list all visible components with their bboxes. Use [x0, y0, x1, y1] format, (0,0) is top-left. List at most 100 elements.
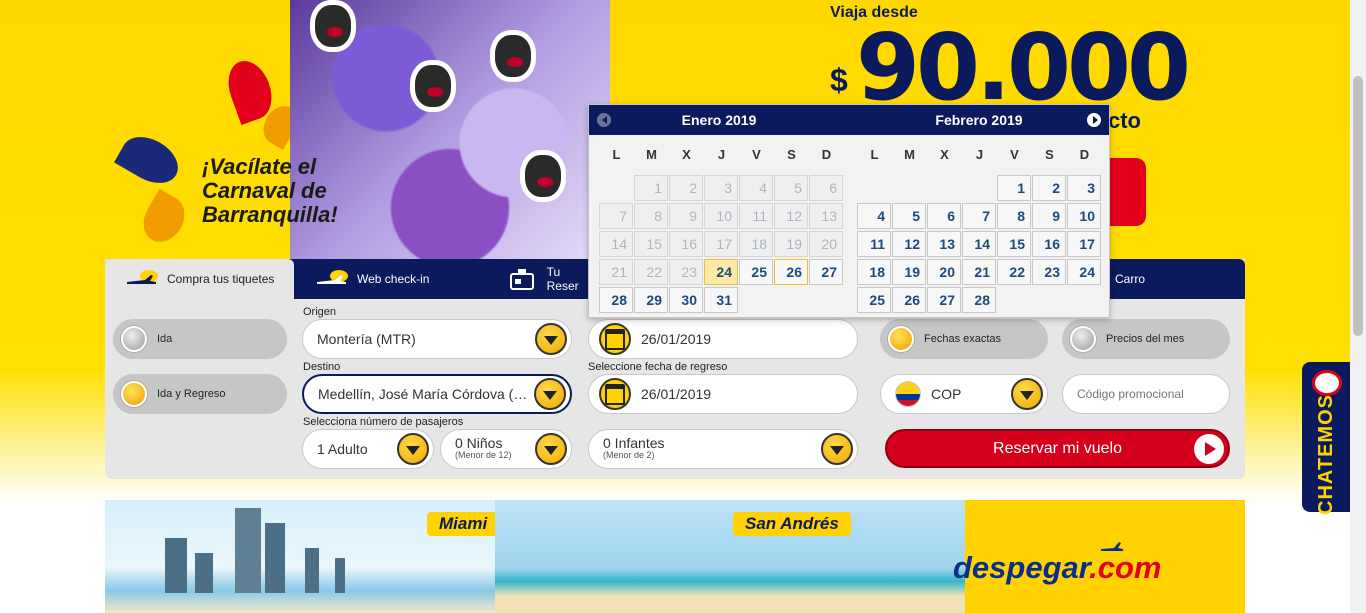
san-andres-tag: San Andrés — [733, 512, 851, 536]
calendar-day[interactable]: 26 — [774, 259, 808, 285]
chevron-down-icon — [1011, 378, 1043, 410]
calendar-day[interactable]: 18 — [857, 259, 891, 285]
calendar-day[interactable]: 12 — [892, 231, 926, 257]
calendar-day[interactable]: 4 — [857, 203, 891, 229]
calendar-day[interactable]: 1 — [997, 175, 1031, 201]
calendar-day[interactable]: 14 — [962, 231, 996, 257]
weekday-label: D — [821, 147, 832, 162]
calendar-day: 19 — [774, 231, 808, 257]
calendar-day[interactable]: 24 — [704, 259, 738, 285]
calendar-day[interactable]: 22 — [997, 259, 1031, 285]
children-text: 0 Niños (Menor de 12) — [455, 437, 535, 462]
chat-widget[interactable]: CHATEMOS — [1302, 362, 1350, 515]
promo-banner[interactable]: Miami San Andrés despegar.com — [105, 500, 1245, 613]
plane-icon — [125, 269, 159, 289]
calendar-day[interactable]: 9 — [1032, 203, 1066, 229]
calendar-day: 23 — [669, 259, 703, 285]
weekday-label: V — [1010, 147, 1019, 162]
chevron-down-icon — [535, 433, 567, 465]
date-picker: Enero 2019 Febrero 2019 LMXJVSD123456789… — [588, 104, 1110, 318]
infants-select[interactable]: 0 Infantes (Menor de 2) — [588, 429, 858, 469]
currency-select[interactable]: COP — [880, 374, 1048, 414]
return-date-label: Seleccione fecha de regreso — [588, 361, 728, 373]
scrollbar[interactable] — [1350, 0, 1366, 613]
reserve-flight-button[interactable]: Reservar mi vuelo — [885, 429, 1230, 468]
play-arrow-icon — [1194, 434, 1224, 464]
calendar-day[interactable]: 16 — [1032, 231, 1066, 257]
prev-month-icon[interactable] — [597, 113, 611, 127]
origin-select[interactable]: Montería (MTR) — [302, 319, 572, 359]
weekday-label: L — [612, 147, 621, 162]
calendar-day: 21 — [599, 259, 633, 285]
calendar-day[interactable]: 28 — [599, 287, 633, 313]
monthly-prices-option[interactable]: Precios del mes — [1062, 319, 1230, 359]
calendar-day[interactable]: 7 — [962, 203, 996, 229]
radio-icon — [888, 326, 914, 352]
calendar-day: 6 — [809, 175, 843, 201]
calendar-day[interactable]: 6 — [927, 203, 961, 229]
calendar-day: 4 — [739, 175, 773, 201]
passengers-label: Selecciona número de pasajeros — [303, 416, 464, 428]
tab-reservation[interactable]: Tu Reser — [505, 259, 595, 299]
miami-tag: Miami — [427, 512, 500, 536]
return-date-field[interactable]: 26/01/2019 — [588, 374, 858, 414]
calendar-day[interactable]: 25 — [739, 259, 773, 285]
calendar-day[interactable]: 2 — [1032, 175, 1066, 201]
calendar-day[interactable]: 29 — [634, 287, 668, 313]
tab-label: Compra tus tiquetes — [167, 272, 275, 286]
calendar-day[interactable]: 27 — [809, 259, 843, 285]
exact-dates-option[interactable]: Fechas exactas — [880, 319, 1048, 359]
calendar-day: 15 — [634, 231, 668, 257]
calendar-day: 7 — [599, 203, 633, 229]
calendar-day[interactable]: 27 — [927, 287, 961, 313]
trip-one-way-option[interactable]: Ida — [113, 319, 287, 359]
tab-web-checkin[interactable]: Web check-in — [315, 259, 495, 299]
carnival-headline: ¡Vacílate el Carnaval de Barranquilla! — [202, 154, 338, 227]
promo-code-input[interactable] — [1062, 374, 1230, 414]
confetti-decoration — [114, 127, 186, 193]
calendar-day: 8 — [634, 203, 668, 229]
option-label: Ida — [157, 333, 173, 345]
calendar-day[interactable]: 28 — [962, 287, 996, 313]
brand-name: despegar — [953, 550, 1090, 585]
calendar-day: 10 — [704, 203, 738, 229]
departure-value: 26/01/2019 — [641, 331, 712, 347]
calendar-day[interactable]: 5 — [892, 203, 926, 229]
calendar-day: 12 — [774, 203, 808, 229]
calendar-day[interactable]: 15 — [997, 231, 1031, 257]
calendar-day[interactable]: 19 — [892, 259, 926, 285]
calendar-day[interactable]: 11 — [857, 231, 891, 257]
calendar-day: 16 — [669, 231, 703, 257]
children-select[interactable]: 0 Niños (Menor de 12) — [440, 429, 572, 469]
calendar-day[interactable]: 26 — [892, 287, 926, 313]
colombia-flag-icon — [895, 381, 921, 407]
calendar-day[interactable]: 21 — [962, 259, 996, 285]
next-month-icon[interactable] — [1087, 113, 1101, 127]
chat-label: CHATEMOS — [1314, 394, 1337, 515]
month-title-january: Enero 2019 — [681, 112, 757, 128]
plane-icon — [1101, 542, 1123, 551]
calendar-day[interactable]: 25 — [857, 287, 891, 313]
san-andres-photo — [495, 500, 965, 613]
calendar-day[interactable]: 30 — [669, 287, 703, 313]
departure-date-field[interactable]: 26/01/2019 — [588, 319, 858, 359]
calendar-day[interactable]: 10 — [1067, 203, 1101, 229]
calendar-day[interactable]: 13 — [927, 231, 961, 257]
calendar-day[interactable]: 3 — [1067, 175, 1101, 201]
calendar-day[interactable]: 20 — [927, 259, 961, 285]
calendar-day[interactable]: 24 — [1067, 259, 1101, 285]
calendar-day: 3 — [704, 175, 738, 201]
plane-checkin-icon — [315, 269, 349, 289]
calendar-day[interactable]: 31 — [704, 287, 738, 313]
tab-buy-tickets[interactable]: Compra tus tiquetes — [105, 259, 294, 299]
trip-round-trip-option[interactable]: Ida y Regreso — [113, 374, 287, 414]
adults-select[interactable]: 1 Adulto — [302, 429, 434, 469]
weekday-label: J — [975, 147, 984, 162]
destination-select[interactable]: Medellín, José María Córdova (MDE) — [302, 374, 572, 414]
calendar-day[interactable]: 17 — [1067, 231, 1101, 257]
calendar-day[interactable]: 23 — [1032, 259, 1066, 285]
calendar-day[interactable]: 8 — [997, 203, 1031, 229]
tab-car[interactable]: Carro — [1115, 259, 1175, 299]
month-title-february: Febrero 2019 — [935, 112, 1023, 128]
scrollbar-thumb[interactable] — [1353, 76, 1363, 336]
